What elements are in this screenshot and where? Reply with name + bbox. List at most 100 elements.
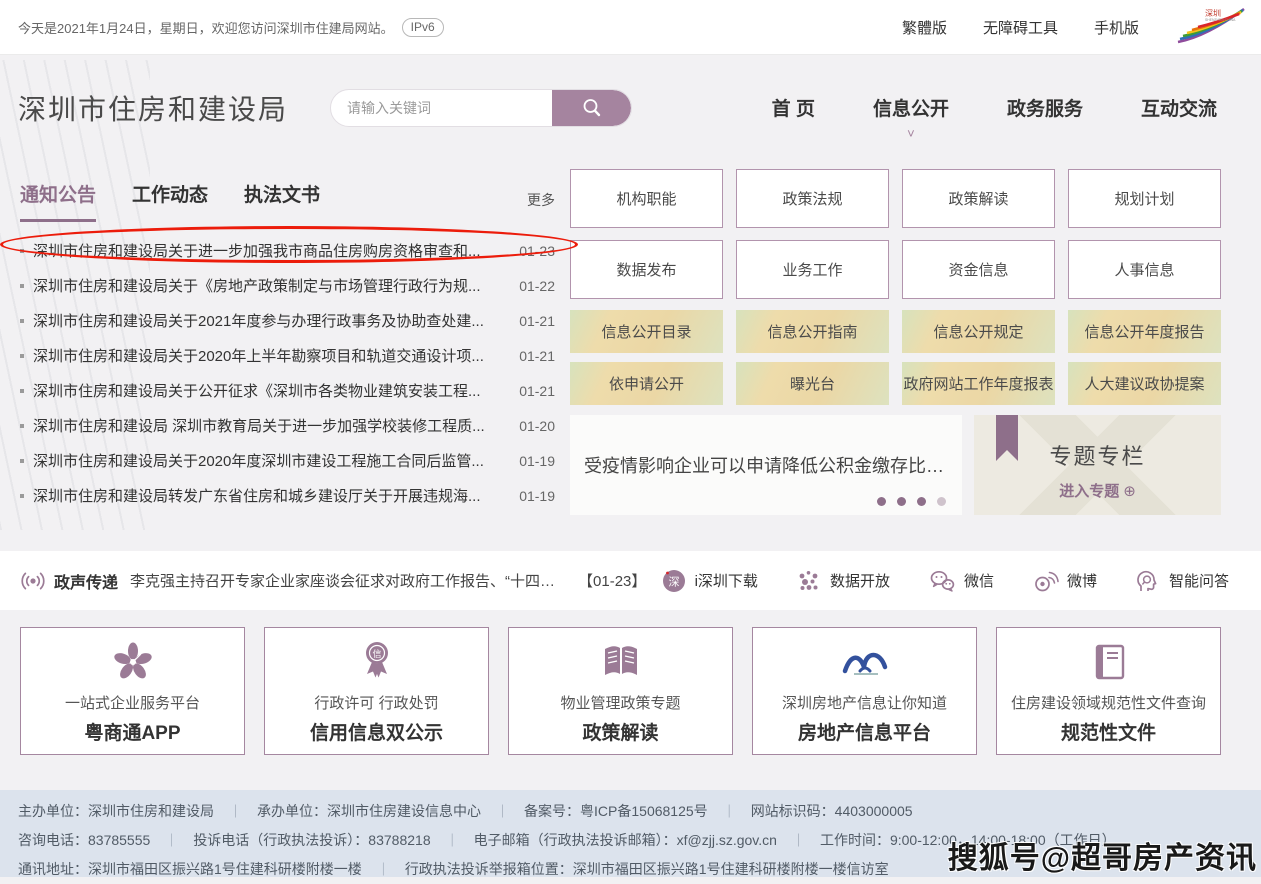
carousel-dot[interactable] — [917, 497, 926, 506]
carousel-dot[interactable] — [897, 497, 906, 506]
quick-link-cell[interactable]: 政策解读 — [902, 169, 1055, 228]
tool-wechat[interactable]: 微信 — [928, 568, 994, 594]
data-open-icon — [796, 568, 822, 594]
bullet-icon — [20, 459, 24, 463]
footer-segment: 投诉电话（行政执法投诉）：83788218 — [193, 832, 473, 848]
voice-date: 【01-23】 — [578, 570, 646, 591]
carousel-dot[interactable] — [877, 497, 886, 506]
info-links-grid: 信息公开目录 信息公开指南 信息公开规定 信息公开年度报告 依申请公开 曝光台 … — [570, 310, 1221, 405]
tool-ishenzhen-download[interactable]: 深 i深圳下载 — [661, 568, 758, 594]
search-input[interactable] — [331, 90, 552, 126]
quick-links-grid: 机构职能 政策法规 政策解读 规划计划 数据发布 业务工作 资金信息 人事信息 — [570, 169, 1221, 299]
quick-link-cell[interactable]: 规划计划 — [1068, 169, 1221, 228]
enter-topics-link[interactable]: 进入专题⊕ — [974, 480, 1221, 501]
medal-icon: 信 — [355, 638, 399, 686]
link-accessibility-tools[interactable]: 无障碍工具 — [983, 17, 1058, 38]
info-link-cell[interactable]: 信息公开目录 — [570, 310, 723, 353]
shenzhen-city-logo: 深圳 SHENZHEN·CHINA — [1175, 6, 1247, 48]
news-item[interactable]: 深圳市住房和建设局关于《房地产政策制定与市场管理行政行为规... 01-22 — [20, 268, 555, 303]
ipv6-badge[interactable]: IPv6 — [402, 18, 444, 37]
tool-open-data[interactable]: 数据开放 — [796, 568, 890, 594]
special-topics-title: 专题专栏 — [974, 439, 1221, 471]
nav-government-services[interactable]: 政务服务 — [1007, 94, 1083, 121]
topbar: 今天是2021年1月24日，星期日，欢迎您访问深圳市住建局网站。 IPv6 繁體… — [0, 0, 1261, 55]
tab-work-updates[interactable]: 工作动态 — [132, 180, 208, 222]
quick-link-cell[interactable]: 机构职能 — [570, 169, 723, 228]
info-link-cell[interactable]: 人大建议政协提案 — [1068, 362, 1221, 405]
tab-notices[interactable]: 通知公告 — [20, 180, 96, 222]
search-button[interactable] — [552, 90, 631, 126]
quick-link-cell[interactable]: 政策法规 — [736, 169, 889, 228]
card-yueshangtong-app[interactable]: 一站式企业服务平台 粤商通APP — [20, 627, 245, 755]
carousel-banner[interactable]: 受疫情影响企业可以申请降低公积金缴存比例或缓缴 — [570, 415, 962, 515]
quick-link-cell[interactable]: 业务工作 — [736, 240, 889, 299]
special-topics-panel[interactable]: 专题专栏 进入专题⊕ — [974, 415, 1221, 515]
info-link-cell[interactable]: 依申请公开 — [570, 362, 723, 405]
tab-enforcement-documents[interactable]: 执法文书 — [244, 180, 320, 222]
svg-text:深圳: 深圳 — [1205, 8, 1221, 18]
broadcast-icon — [20, 568, 46, 594]
bullet-icon — [20, 389, 24, 393]
news-list: 深圳市住房和建设局关于进一步加强我市商品住房购房资格审查和... 01-23 深… — [20, 233, 555, 513]
card-title: 粤商通APP — [84, 718, 180, 745]
footer-row-2: 咨询电话：83785555投诉电话（行政执法投诉）：83788218电子邮箱（行… — [18, 826, 1243, 855]
search-icon — [580, 96, 604, 120]
footer: 主办单位：深圳市住房和建设局承办单位：深圳市住房建设信息中心备案号：粤ICP备1… — [0, 790, 1261, 877]
card-policy-interpretation[interactable]: 物业管理政策专题 政策解读 — [508, 627, 733, 755]
card-real-estate-platform[interactable]: 深圳房地产信息让你知道 房地产信息平台 — [752, 627, 977, 755]
quick-link-cell[interactable]: 资金信息 — [902, 240, 1055, 299]
tool-smart-qa[interactable]: 智能问答 — [1135, 568, 1229, 594]
topbar-links: 繁體版 无障碍工具 手机版 深圳 SHENZHEN·CHINA — [902, 6, 1247, 48]
news-title: 深圳市住房和建设局关于2020年上半年勘察项目和轨道交通设计项... — [33, 345, 519, 366]
news-item[interactable]: 深圳市住房和建设局关于进一步加强我市商品住房购房资格审查和... 01-23 — [20, 233, 555, 268]
real-estate-logo-icon — [840, 641, 890, 683]
quick-link-cell[interactable]: 数据发布 — [570, 240, 723, 299]
open-book-icon — [597, 641, 645, 683]
banner-headline[interactable]: 受疫情影响企业可以申请降低公积金缴存比例或缓缴 — [584, 452, 948, 478]
voice-headline[interactable]: 李克强主持召开专家企业家座谈会征求对政府工作报告、“十四五” ... — [130, 570, 562, 591]
news-item[interactable]: 深圳市住房和建设局关于公开征求《深圳市各类物业建筑安装工程... 01-21 — [20, 373, 555, 408]
wechat-icon — [928, 568, 956, 594]
news-date: 01-19 — [519, 488, 555, 504]
bullet-icon — [20, 354, 24, 358]
chevron-down-icon: ˅ — [907, 126, 915, 141]
news-item[interactable]: 深圳市住房和建设局转发广东省住房和城乡建设厅关于开展违规海... 01-19 — [20, 478, 555, 513]
news-date: 01-21 — [519, 383, 555, 399]
service-cards: 一站式企业服务平台 粤商通APP 信 行政许可 行政处罚 信用信息双公示 — [20, 627, 1221, 755]
quick-link-cell[interactable]: 人事信息 — [1068, 240, 1221, 299]
card-title: 政策解读 — [582, 718, 658, 745]
info-link-cell[interactable]: 信息公开年度报告 — [1068, 310, 1221, 353]
link-traditional-chinese[interactable]: 繁體版 — [902, 17, 947, 38]
news-date: 01-20 — [519, 418, 555, 434]
footer-segment: 网站标识码：4403000005 — [751, 803, 913, 819]
nav-home[interactable]: 首 页 — [772, 94, 815, 121]
carousel-dot[interactable] — [937, 497, 946, 506]
plus-circle-icon: ⊕ — [1123, 483, 1136, 500]
news-item[interactable]: 深圳市住房和建设局关于2020年度深圳市建设工程施工合同后监管... 01-19 — [20, 443, 555, 478]
card-subtitle: 住房建设领域规范性文件查询 — [1011, 692, 1206, 713]
voice-bar: 政声传递 李克强主持召开专家企业家座谈会征求对政府工作报告、“十四五” ... … — [0, 551, 1261, 610]
weibo-icon — [1032, 568, 1059, 594]
news-title: 深圳市住房和建设局关于进一步加强我市商品住房购房资格审查和... — [33, 240, 519, 261]
news-date: 01-22 — [519, 278, 555, 294]
right-panel: 机构职能 政策法规 政策解读 规划计划 数据发布 业务工作 资金信息 人事信息 … — [570, 169, 1221, 515]
info-link-cell[interactable]: 信息公开指南 — [736, 310, 889, 353]
nav-interaction[interactable]: 互动交流 — [1141, 94, 1217, 121]
card-credit-disclosure[interactable]: 信 行政许可 行政处罚 信用信息双公示 — [264, 627, 489, 755]
card-normative-documents[interactable]: 住房建设领域规范性文件查询 规范性文件 — [996, 627, 1221, 755]
bullet-icon — [20, 284, 24, 288]
news-item[interactable]: 深圳市住房和建设局关于2021年度参与办理行政事务及协助查处建... 01-21 — [20, 303, 555, 338]
card-subtitle: 一站式企业服务平台 — [65, 692, 200, 713]
info-link-cell[interactable]: 曝光台 — [736, 362, 889, 405]
news-item[interactable]: 深圳市住房和建设局 深圳市教育局关于进一步加强学校装修工程质... 01-20 — [20, 408, 555, 443]
more-link[interactable]: 更多 — [527, 190, 555, 222]
nav-info-disclosure[interactable]: 信息公开˅ — [873, 94, 949, 121]
info-link-cell[interactable]: 信息公开规定 — [902, 310, 1055, 353]
news-item[interactable]: 深圳市住房和建设局关于2020年上半年勘察项目和轨道交通设计项... 01-21 — [20, 338, 555, 373]
tool-weibo[interactable]: 微博 — [1032, 568, 1097, 594]
card-subtitle: 行政许可 行政处罚 — [314, 692, 438, 713]
link-mobile-version[interactable]: 手机版 — [1094, 17, 1139, 38]
footer-segment: 通讯地址：深圳市福田区振兴路1号住建科研楼附楼一楼 — [18, 861, 405, 877]
info-link-cell[interactable]: 政府网站工作年度报表 — [902, 362, 1055, 405]
main-nav: 首 页 信息公开˅ 政务服务 互动交流 — [772, 94, 1231, 121]
